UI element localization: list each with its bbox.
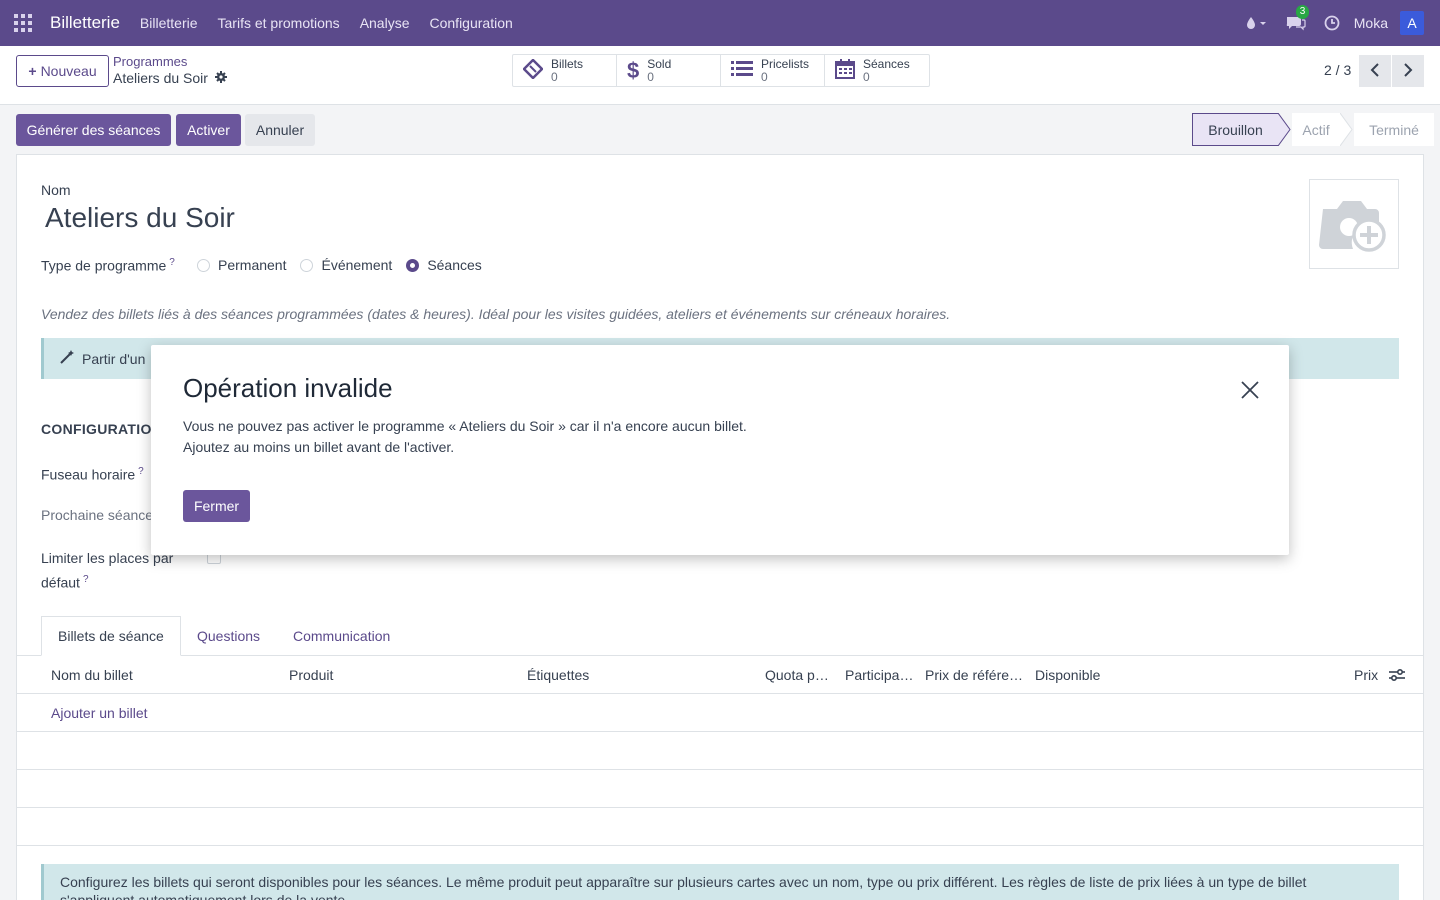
close-button[interactable]: Fermer — [183, 490, 250, 522]
close-icon[interactable] — [1239, 379, 1261, 401]
dialog-message-line: Ajoutez au moins un billet avant de l'ac… — [183, 439, 455, 455]
dialog-title: Opération invalide — [183, 373, 393, 403]
dialog-message: Vous ne pouvez pas activer le programme … — [183, 416, 747, 458]
dialog-message-line: Vous ne pouvez pas activer le programme … — [183, 418, 747, 434]
invalid-operation-dialog: Opération invalide Vous ne pouvez pas ac… — [151, 345, 1289, 555]
